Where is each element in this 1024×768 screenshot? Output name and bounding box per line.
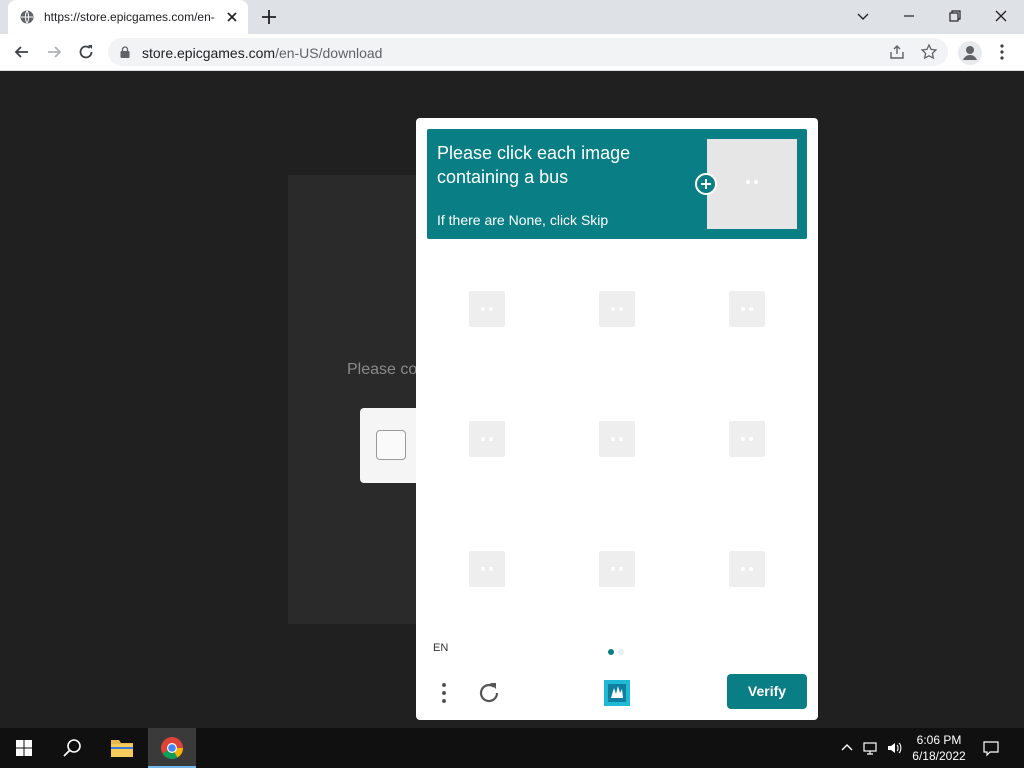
captcha-image-tile[interactable] [557,249,677,369]
image-placeholder [729,551,765,587]
captcha-image-tile[interactable] [427,379,547,499]
refresh-challenge-icon[interactable] [476,679,502,707]
chevron-down-icon[interactable] [852,6,874,26]
arrow-right-icon[interactable] [44,42,64,62]
language-selector[interactable]: EN [433,642,448,654]
close-window-icon[interactable] [990,6,1012,26]
captcha-image-tile[interactable] [427,509,547,629]
clock-time: 6:06 PM [916,733,962,747]
windows-icon [16,740,32,756]
loading-dot [489,567,493,571]
chrome-icon [161,737,183,759]
captcha-image-tile[interactable] [687,249,807,369]
taskbar-chrome[interactable] [148,728,196,768]
loading-dot [749,567,753,571]
loading-dot [749,437,753,441]
image-placeholder [599,551,635,587]
background-card [288,175,418,624]
arrow-left-icon[interactable] [12,42,32,62]
captcha-checkbox-card[interactable] [360,408,420,483]
loading-dot [619,307,623,311]
loading-dot [611,307,615,311]
loading-dot [481,567,485,571]
close-icon[interactable] [224,9,240,25]
verify-button[interactable]: Verify [727,674,807,709]
loading-dot [611,437,615,441]
person-icon [963,46,977,60]
tab-strip: https://store.epicgames.com/en- [0,0,1024,34]
image-placeholder [599,421,635,457]
star-icon[interactable] [920,43,938,61]
reload-icon[interactable] [76,42,96,62]
placeholder-image-icon [746,180,758,184]
globe-icon [20,10,34,24]
system-clock[interactable]: 6:06 PM 6/18/2022 [906,732,972,764]
image-placeholder [599,291,635,327]
search-icon [63,739,81,757]
notification-icon[interactable] [982,739,1000,757]
start-button[interactable] [0,728,48,768]
more-options-icon[interactable] [436,679,452,707]
image-placeholder [729,291,765,327]
loading-dot [481,437,485,441]
loading-dot [481,307,485,311]
loading-dot [741,567,745,571]
image-placeholder [469,551,505,587]
captcha-image-tile[interactable] [687,509,807,629]
volume-icon[interactable] [885,739,903,757]
show-examples-button[interactable] [695,173,717,195]
folder-icon [111,740,133,757]
captcha-image-tile[interactable] [427,249,547,369]
example-image[interactable] [707,139,797,229]
loading-dot [619,437,623,441]
plus-circle-icon [701,179,711,189]
captcha-dialog: Please click each image containing a bus… [416,118,818,720]
address-bar[interactable]: store.epicgames.com/en-US/download [108,38,948,66]
minimize-icon[interactable] [898,6,920,26]
loading-dot [741,437,745,441]
page-dot [618,649,624,655]
loading-dot [741,307,745,311]
prompt-text: Please click each image containing a bus [437,143,631,187]
image-placeholder [469,291,505,327]
loading-dot [749,307,753,311]
page-indicator [608,649,632,657]
prompt-subtext: If there are None, click Skip [437,212,609,228]
network-icon[interactable] [862,739,880,757]
taskbar-search[interactable] [48,728,96,768]
captcha-image-tile[interactable] [557,509,677,629]
loading-dot [489,437,493,441]
loading-dot [489,307,493,311]
profile-button[interactable] [958,41,982,65]
hcaptcha-logo-icon[interactable] [600,676,634,710]
loading-dot [611,567,615,571]
captcha-prompt: Please click each image containing a bus… [427,129,807,239]
url-text: store.epicgames.com/en-US/download [142,45,382,61]
lock-icon[interactable] [120,46,130,58]
browser-toolbar: store.epicgames.com/en-US/download [0,34,1024,71]
image-placeholder [469,421,505,457]
browser-tab[interactable]: https://store.epicgames.com/en- [8,0,248,34]
restore-icon[interactable] [944,6,966,26]
share-icon[interactable] [888,43,906,61]
url-path: /en-US/download [275,45,383,61]
image-placeholder [729,421,765,457]
captcha-image-tile[interactable] [557,379,677,499]
background-instruction-text: Please co [347,361,418,378]
loading-dot [619,567,623,571]
tab-title: https://store.epicgames.com/en- [44,10,215,24]
plus-icon[interactable] [260,8,278,26]
captcha-checkbox[interactable] [376,430,406,460]
url-host: store.epicgames.com [142,45,276,61]
chevron-up-icon[interactable] [838,739,856,757]
clock-date: 6/18/2022 [912,749,966,763]
kebab-icon[interactable] [994,43,1010,61]
page-dot-active [608,649,614,655]
windows-taskbar: 6:06 PM 6/18/2022 [0,728,1024,768]
taskbar-file-explorer[interactable] [98,728,146,768]
captcha-image-tile[interactable] [687,379,807,499]
